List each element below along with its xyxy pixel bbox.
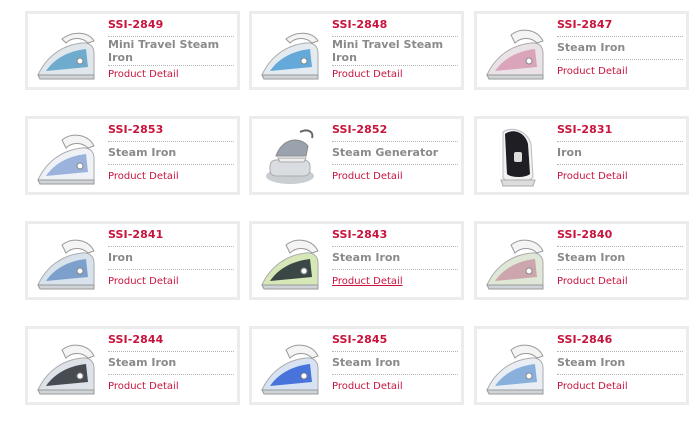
product-detail-link[interactable]: Product Detail (332, 381, 403, 392)
divider (557, 269, 683, 270)
product-name: Steam Iron (332, 356, 401, 369)
product-code: SSI-2846 (557, 333, 613, 346)
product-code: SSI-2847 (557, 18, 613, 31)
divider (108, 351, 234, 352)
product-info: SSI-2846 Steam Iron Product Detail (557, 329, 683, 402)
product-name: Iron (108, 251, 133, 264)
product-code: SSI-2849 (108, 18, 164, 31)
product-detail-link[interactable]: Product Detail (108, 381, 179, 392)
product-info: SSI-2845 Steam Iron Product Detail (332, 329, 458, 402)
product-image[interactable] (256, 227, 325, 297)
product-code: SSI-2831 (557, 123, 613, 136)
product-card: SSI-2840 Steam Iron Product Detail (474, 221, 689, 300)
product-name: Mini Travel Steam Iron (108, 38, 220, 64)
divider (108, 269, 234, 270)
product-image[interactable] (481, 122, 550, 192)
divider (557, 141, 683, 142)
product-code: SSI-2840 (557, 228, 613, 241)
product-name: Steam Iron (108, 146, 177, 159)
product-card: SSI-2847 Steam Iron Product Detail (474, 11, 689, 90)
divider (557, 351, 683, 352)
product-image[interactable] (32, 17, 101, 87)
product-card: SSI-2845 Steam Iron Product Detail (249, 326, 464, 405)
product-image[interactable] (481, 227, 550, 297)
product-code: SSI-2843 (332, 228, 388, 241)
product-code: SSI-2845 (332, 333, 388, 346)
product-code: SSI-2852 (332, 123, 388, 136)
product-image[interactable] (32, 332, 101, 402)
product-card: SSI-2853 Steam Iron Product Detail (25, 116, 240, 195)
product-code: SSI-2841 (108, 228, 164, 241)
product-info: SSI-2853 Steam Iron Product Detail (108, 119, 234, 192)
product-detail-link[interactable]: Product Detail (108, 69, 179, 80)
product-detail-link[interactable]: Product Detail (557, 381, 628, 392)
product-info: SSI-2847 Steam Iron Product Detail (557, 14, 683, 87)
divider (557, 374, 683, 375)
divider (332, 65, 458, 66)
product-info: SSI-2831 Iron Product Detail (557, 119, 683, 192)
divider (332, 246, 458, 247)
product-image[interactable] (32, 122, 101, 192)
divider (557, 59, 683, 60)
product-info: SSI-2840 Steam Iron Product Detail (557, 224, 683, 297)
product-card: SSI-2852 Steam Generator Product Detail (249, 116, 464, 195)
divider (108, 36, 234, 37)
product-name: Steam Iron (332, 251, 401, 264)
product-card: SSI-2831 Iron Product Detail (474, 116, 689, 195)
product-detail-link[interactable]: Product Detail (557, 276, 628, 287)
product-detail-link[interactable]: Product Detail (108, 276, 179, 287)
product-name: Steam Iron (557, 251, 626, 264)
product-info: SSI-2844 Steam Iron Product Detail (108, 329, 234, 402)
divider (108, 374, 234, 375)
product-image[interactable] (256, 332, 325, 402)
product-code: SSI-2844 (108, 333, 164, 346)
divider (332, 141, 458, 142)
product-card: SSI-2843 Steam Iron Product Detail (249, 221, 464, 300)
product-code: SSI-2848 (332, 18, 388, 31)
product-image[interactable] (256, 122, 325, 192)
product-info: SSI-2841 Iron Product Detail (108, 224, 234, 297)
product-detail-link[interactable]: Product Detail (332, 276, 403, 287)
product-image[interactable] (481, 17, 550, 87)
divider (332, 36, 458, 37)
product-image[interactable] (256, 17, 325, 87)
product-name: Steam Generator (332, 146, 439, 159)
product-info: SSI-2848 Mini Travel Steam Iron Product … (332, 14, 458, 87)
product-code: SSI-2853 (108, 123, 164, 136)
product-info: SSI-2852 Steam Generator Product Detail (332, 119, 458, 192)
divider (557, 246, 683, 247)
divider (332, 269, 458, 270)
product-name: Mini Travel Steam Iron (332, 38, 444, 64)
divider (108, 65, 234, 66)
divider (108, 164, 234, 165)
product-card: SSI-2848 Mini Travel Steam Iron Product … (249, 11, 464, 90)
product-name: Steam Iron (557, 356, 626, 369)
product-grid: SSI-2849 Mini Travel Steam Iron Product … (0, 0, 699, 435)
product-card: SSI-2846 Steam Iron Product Detail (474, 326, 689, 405)
divider (332, 374, 458, 375)
product-card: SSI-2844 Steam Iron Product Detail (25, 326, 240, 405)
divider (332, 351, 458, 352)
product-name: Steam Iron (108, 356, 177, 369)
product-name: Steam Iron (557, 41, 626, 54)
product-info: SSI-2843 Steam Iron Product Detail (332, 224, 458, 297)
divider (332, 164, 458, 165)
product-detail-link[interactable]: Product Detail (332, 171, 403, 182)
product-info: SSI-2849 Mini Travel Steam Iron Product … (108, 14, 234, 87)
product-detail-link[interactable]: Product Detail (108, 171, 179, 182)
product-detail-link[interactable]: Product Detail (557, 66, 628, 77)
divider (557, 36, 683, 37)
divider (108, 246, 234, 247)
divider (108, 141, 234, 142)
product-detail-link[interactable]: Product Detail (332, 69, 403, 80)
product-image[interactable] (32, 227, 101, 297)
product-card: SSI-2841 Iron Product Detail (25, 221, 240, 300)
product-name: Iron (557, 146, 582, 159)
product-card: SSI-2849 Mini Travel Steam Iron Product … (25, 11, 240, 90)
product-detail-link[interactable]: Product Detail (557, 171, 628, 182)
product-image[interactable] (481, 332, 550, 402)
divider (557, 164, 683, 165)
